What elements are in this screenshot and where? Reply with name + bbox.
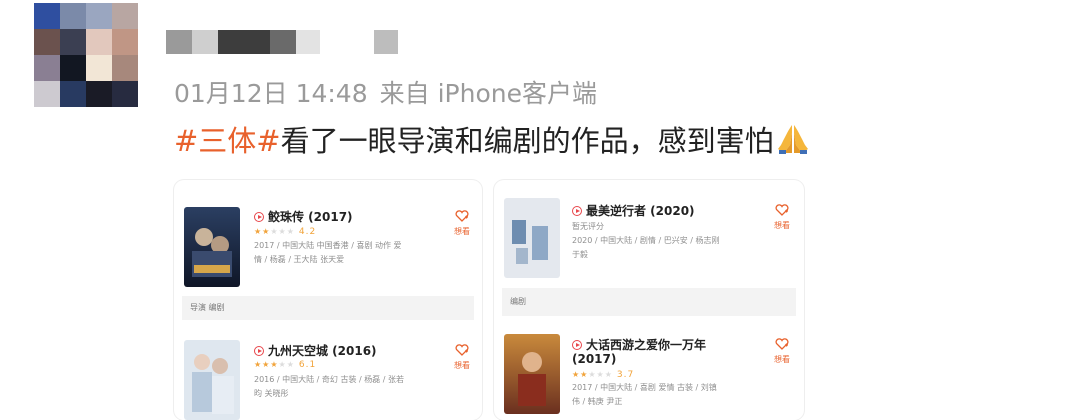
post-body: 看了一眼导演和编剧的作品，感到害怕	[280, 124, 774, 158]
avatar-tile	[112, 3, 138, 29]
movie-desc: 2017 / 中国大陆 中国香港 / 喜剧 动作 爱 情 / 杨磊 / 王大陆 …	[254, 241, 402, 264]
username-pixel-block	[166, 30, 192, 54]
avatar-tile	[112, 55, 138, 81]
hashtag-link[interactable]: #三体#	[174, 124, 281, 158]
movie-title[interactable]: 九州天空城 (2016)	[254, 342, 377, 359]
avatar-tile	[34, 29, 60, 55]
heart-icon	[455, 344, 469, 356]
heart-icon	[775, 204, 789, 216]
movie-desc: 2017 / 中国大陆 / 喜剧 爱情 古装 / 刘镇 伟 / 韩庚 尹正	[572, 383, 717, 406]
rating-stars: ★★★★★ 3.7	[572, 370, 635, 380]
pray-emoji-icon	[776, 123, 810, 155]
play-icon	[254, 346, 264, 356]
post-source: 来自 iPhone客户端	[379, 79, 597, 108]
avatar-tile	[60, 55, 86, 81]
rating-value: 暂无评分	[572, 222, 604, 231]
poster-dahuaxiyou[interactable]	[504, 334, 560, 414]
rating-value: 4.2	[298, 227, 317, 237]
rating-stars: ★★★★★ 4.2	[254, 227, 317, 237]
avatar-tile	[34, 55, 60, 81]
username-pixel-block	[270, 30, 296, 54]
username-pixelated[interactable]	[166, 30, 398, 54]
avatar[interactable]	[34, 3, 138, 107]
play-icon	[572, 340, 582, 350]
avatar-tile	[34, 81, 60, 107]
want-to-watch-button[interactable]: 想看	[770, 338, 794, 365]
username-pixel-block	[192, 30, 218, 54]
heart-icon	[455, 210, 469, 222]
play-icon	[572, 206, 582, 216]
role-strip: 导演 编剧	[182, 296, 474, 320]
username-pixel-block	[296, 30, 320, 54]
rating-stars: ★★★★★ 6.1	[254, 360, 317, 370]
poster-jiuzhou[interactable]	[184, 340, 240, 420]
heart-icon	[775, 338, 789, 350]
role-strip: 编剧	[502, 288, 796, 316]
movie-title-year: (2017)	[572, 352, 617, 366]
username-pixel-block	[374, 30, 398, 54]
avatar-tile	[112, 29, 138, 55]
want-to-watch-button[interactable]: 想看	[770, 204, 794, 231]
post-text: #三体#看了一眼导演和编剧的作品，感到害怕	[174, 118, 810, 160]
avatar-tile	[86, 29, 112, 55]
poster-zuimeinixingzhe[interactable]	[504, 198, 560, 278]
want-to-watch-button[interactable]: 想看	[450, 210, 474, 237]
avatar-tile	[60, 3, 86, 29]
movie-desc: 2020 / 中国大陆 / 剧情 / 巴兴安 / 杨志刚 于毅	[572, 236, 720, 259]
screenshot-card-2[interactable]: 最美逆行者 (2020) 暂无评分 2020 / 中国大陆 / 剧情 / 巴兴安…	[494, 180, 804, 420]
movie-title[interactable]: 大话西游之爱你一万年	[572, 336, 706, 353]
avatar-tile	[86, 3, 112, 29]
post-timestamp: 01月12日 14:48	[174, 79, 368, 108]
rating-value: 6.1	[298, 360, 317, 370]
avatar-tile	[86, 81, 112, 107]
avatar-tile	[60, 29, 86, 55]
rating-value: 3.7	[616, 370, 635, 380]
poster-jiaozhuchuan[interactable]	[184, 207, 240, 287]
avatar-tile	[86, 55, 112, 81]
avatar-tile	[34, 3, 60, 29]
want-to-watch-button[interactable]: 想看	[450, 344, 474, 371]
play-icon	[254, 212, 264, 222]
post-meta: 01月12日 14:48 来自 iPhone客户端	[174, 74, 597, 110]
username-pixel-block	[218, 30, 270, 54]
movie-desc: 2016 / 中国大陆 / 奇幻 古装 / 杨磊 / 张若 昀 关晓彤	[254, 375, 405, 398]
movie-title[interactable]: 最美逆行者 (2020)	[572, 202, 695, 219]
username-pixel-block	[320, 30, 374, 54]
avatar-tile	[112, 81, 138, 107]
avatar-tile	[60, 81, 86, 107]
screenshot-card-1[interactable]: 鲛珠传 (2017) ★★★★★ 4.2 2017 / 中国大陆 中国香港 / 喜…	[174, 180, 482, 420]
movie-title[interactable]: 鲛珠传 (2017)	[254, 208, 353, 225]
